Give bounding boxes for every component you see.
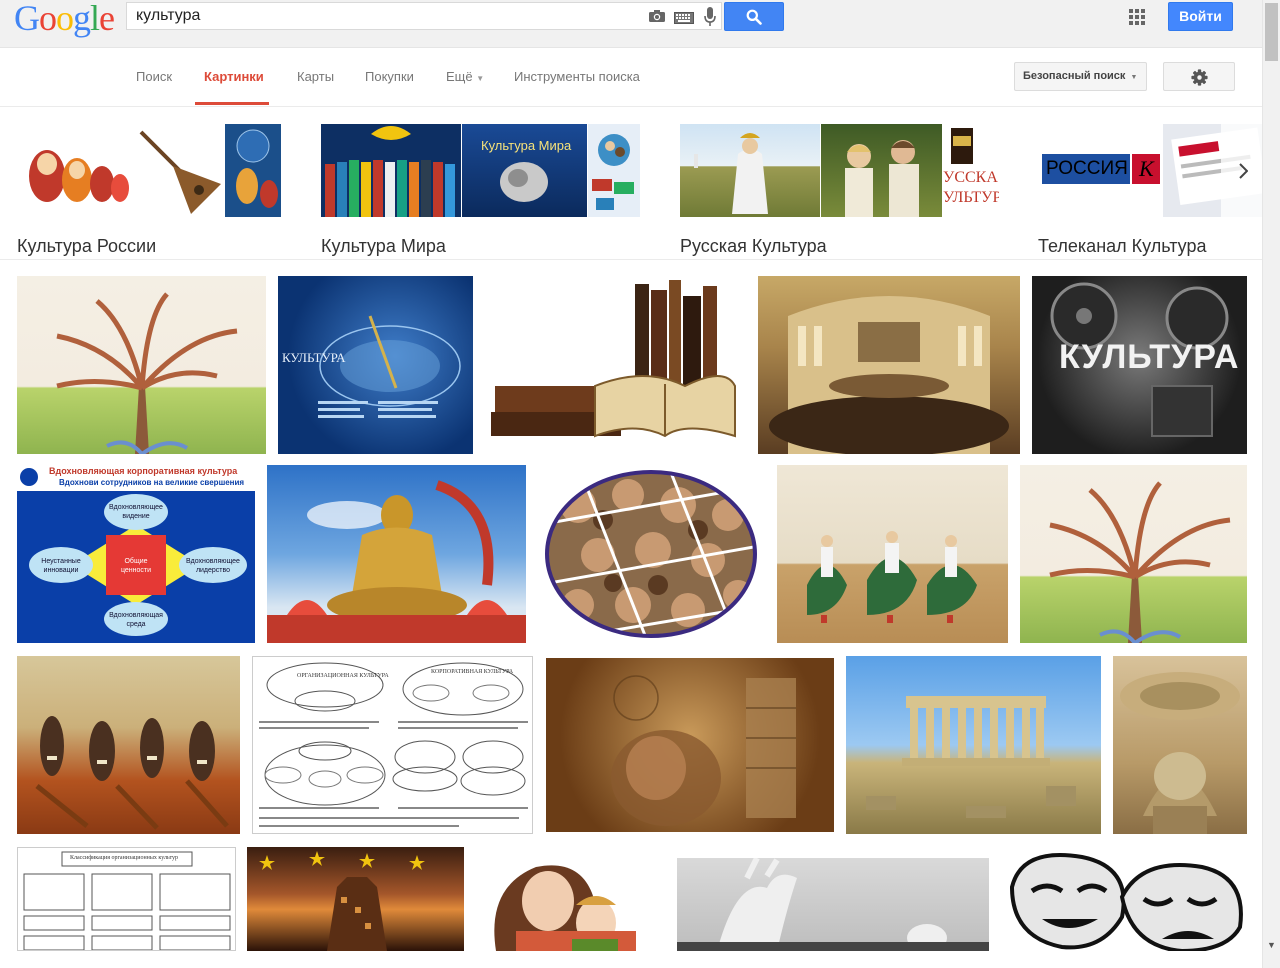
image-result[interactable]: [1020, 465, 1247, 643]
search-icon: [746, 9, 762, 30]
gear-icon: [1191, 69, 1208, 91]
tab-search[interactable]: Поиск: [136, 69, 172, 84]
signin-button[interactable]: Войти: [1168, 2, 1233, 31]
tab-search-tools[interactable]: Инструменты поиска: [514, 69, 640, 84]
related-thumbnails: [17, 124, 281, 217]
result-caption: КУЛЬТУРА: [1059, 338, 1240, 376]
diagram-node: Вдохновляющее лидерство: [186, 558, 240, 574]
logo-letter: l: [90, 0, 100, 38]
related-overlay-text: РОССИЯ: [1046, 158, 1128, 179]
search-button[interactable]: [724, 2, 784, 31]
related-thumbnails: УССКА УЛЬТУР: [680, 124, 999, 217]
tab-more-label: Ещё: [446, 69, 473, 84]
image-result[interactable]: [17, 656, 240, 834]
image-result[interactable]: [846, 656, 1101, 834]
related-search-label: Культура России: [17, 236, 157, 256]
image-result[interactable]: Классификация организационных культур: [17, 847, 236, 951]
tab-images[interactable]: Картинки: [204, 69, 264, 84]
nav-bar: Поиск Картинки Карты Покупки Ещё ▼ Инстр…: [0, 48, 1262, 107]
image-result[interactable]: [677, 858, 989, 951]
scrollbar-thumb[interactable]: [1265, 3, 1278, 61]
image-result[interactable]: ОРГАНИЗАЦИОННАЯ КУЛЬТУРА КОРПОРАТИВНАЯ К…: [252, 656, 533, 834]
apps-grid-icon[interactable]: [1129, 9, 1145, 25]
result-caption: ОРГАНИЗАЦИОННАЯ КУЛЬТУРА: [297, 673, 389, 679]
image-result[interactable]: [546, 658, 834, 832]
tab-maps[interactable]: Карты: [297, 69, 334, 84]
safe-search-dropdown[interactable]: Безопасный поиск ▼: [1014, 62, 1147, 91]
diagram-node: Общие ценности: [120, 558, 152, 574]
image-result[interactable]: [758, 276, 1020, 454]
scroll-down-arrow-icon[interactable]: ▼: [1267, 940, 1276, 950]
search-input[interactable]: [136, 7, 636, 25]
chevron-down-icon: ▼: [1130, 74, 1138, 81]
diagram-node: Неустанные инновации: [41, 558, 81, 574]
keyboard-icon[interactable]: [674, 11, 694, 29]
image-result[interactable]: [17, 276, 266, 454]
microphone-icon[interactable]: [704, 7, 716, 32]
chevron-right-icon: [1238, 163, 1249, 184]
tab-more[interactable]: Ещё ▼: [446, 69, 484, 84]
chevron-down-icon: ▼: [476, 74, 485, 83]
image-result[interactable]: [267, 465, 526, 643]
image-result[interactable]: [485, 276, 746, 454]
image-result[interactable]: [476, 847, 665, 951]
image-result[interactable]: Вдохновляющая корпоративная культура Вдо…: [17, 465, 255, 643]
image-result[interactable]: [247, 847, 464, 951]
page-scrollbar[interactable]: ▼: [1262, 0, 1280, 968]
search-box: [126, 2, 722, 30]
logo-letter: g: [73, 0, 91, 38]
result-caption: КУЛЬТУРА: [282, 350, 346, 365]
safe-search-label: Безопасный поиск: [1023, 70, 1126, 82]
settings-button[interactable]: [1163, 62, 1235, 91]
top-bar: Google Войти: [0, 0, 1262, 48]
related-searches: Культура России Культура Мира Культура М…: [0, 107, 1262, 260]
image-result[interactable]: КУЛЬТУРА: [278, 276, 473, 454]
image-result[interactable]: КУЛЬТУРА: [1032, 276, 1247, 454]
logo-letter: o: [39, 0, 57, 38]
related-overlay-text: УССКА УЛЬТУР: [943, 169, 999, 206]
related-next-button[interactable]: [1221, 123, 1262, 219]
image-result[interactable]: [538, 465, 765, 643]
logo-letter: e: [99, 0, 115, 38]
image-result[interactable]: [1002, 847, 1247, 951]
image-result[interactable]: [1113, 656, 1247, 834]
related-overlay-text: Культура Мира: [481, 138, 572, 153]
related-badge-text: К: [1139, 156, 1154, 181]
tab-shopping[interactable]: Покупки: [365, 69, 414, 84]
logo-letter: G: [14, 0, 40, 38]
logo-letter: o: [56, 0, 74, 38]
related-search-label: Русская Культура: [680, 236, 827, 256]
active-tab-indicator: [195, 102, 269, 105]
image-result[interactable]: [777, 465, 1008, 643]
related-search-label: Культура Мира: [321, 236, 446, 256]
result-caption: Классификация организационных культур: [70, 855, 179, 861]
camera-icon[interactable]: [648, 9, 666, 28]
diagram-node: Вдохновляющее видение: [109, 504, 163, 520]
diagram-node: Вдохновляющая среда: [109, 612, 163, 628]
related-thumbnails: Культура Мира: [321, 124, 640, 217]
related-search-label: Телеканал Культура: [1038, 236, 1207, 256]
result-subcaption: КОРПОРАТИВНАЯ КУЛЬТУРА: [431, 669, 514, 675]
google-logo[interactable]: Google: [14, 0, 115, 38]
